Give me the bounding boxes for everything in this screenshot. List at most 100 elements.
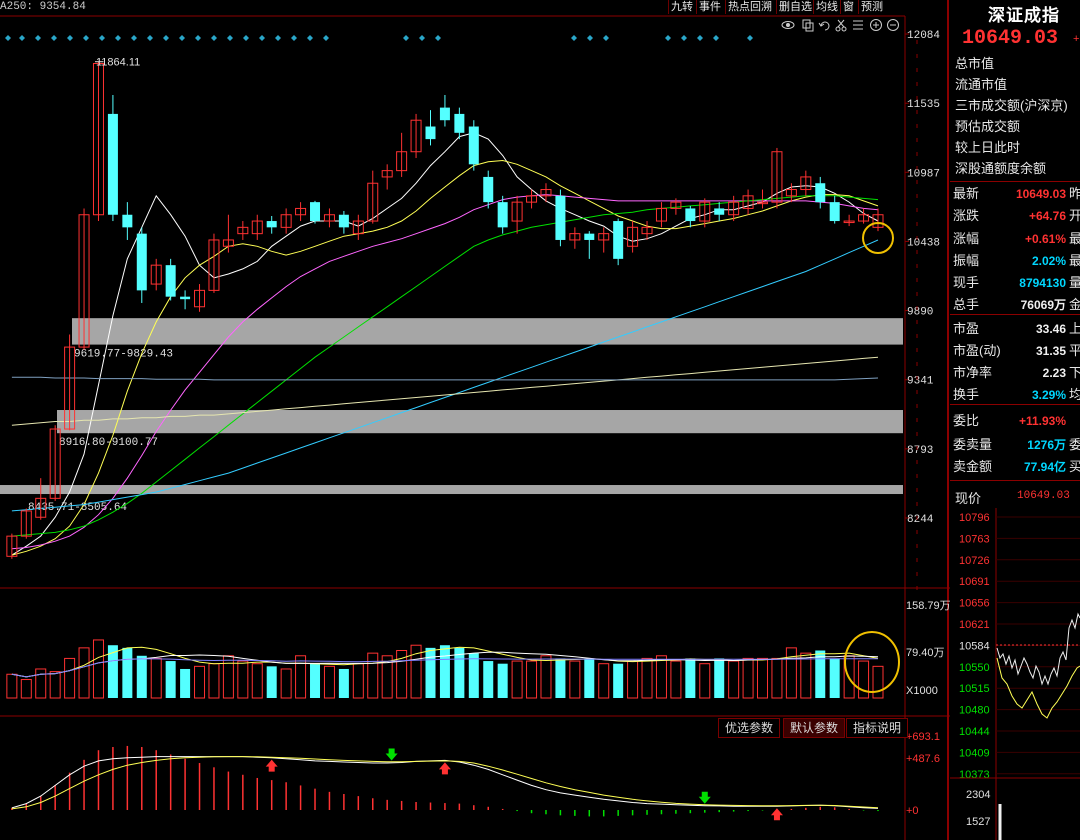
volume-bar	[829, 658, 840, 698]
panel-divider	[950, 404, 1080, 405]
default-params-button[interactable]: 默认参数	[783, 718, 846, 738]
index-name: 深证成指	[988, 6, 1060, 25]
quote-row: 涨幅 +0.61% 最	[953, 228, 1080, 250]
quote-row-tail: 买	[1068, 459, 1080, 474]
candle-body	[338, 214, 349, 228]
quote-row-tail: 金	[1068, 297, 1080, 312]
quote-row-tail: 昨	[1068, 186, 1080, 201]
candle-body	[685, 208, 696, 222]
quote-row-value: 10649.03	[1015, 187, 1066, 201]
market-summary-label: 三市成交额(沪深京)	[955, 98, 1068, 113]
volume-bar	[165, 661, 176, 698]
price-tick-label: 8793	[907, 445, 933, 457]
price-tick-label: 10987	[907, 168, 940, 180]
quote-row-value: 31.35	[1035, 344, 1066, 358]
candle-body	[497, 202, 508, 228]
toolbar-ma-lines[interactable]: 均线	[813, 0, 840, 14]
zoom-in-icon[interactable]	[870, 19, 882, 31]
toolbar-remove-watchlist[interactable]: 删自选	[776, 0, 814, 14]
quote-row-label: 涨幅	[953, 231, 980, 246]
quote-row-label: 委卖量	[953, 437, 993, 452]
mini-vol-tick: 1527	[966, 816, 990, 828]
mini-vol-tick: 2304	[966, 789, 990, 801]
kline-chart[interactable]: 9619.77-9829.438916.80-9100.778435.71-85…	[0, 0, 950, 840]
panel-divider	[950, 181, 1080, 182]
candle-body	[425, 126, 436, 140]
quote-row-label: 换手	[953, 387, 980, 402]
quote-row: 市净率 2.23 下	[953, 362, 1080, 384]
quote-row-value: 8794130	[1019, 276, 1066, 290]
quote-row-tail: 均	[1068, 387, 1080, 402]
toolbar-forecast[interactable]: 预测	[858, 0, 885, 14]
volume-bar	[584, 658, 595, 698]
menu-icon[interactable]	[853, 20, 863, 30]
quote-row-tail: 量	[1068, 275, 1080, 290]
toolbar-window[interactable]: 窗	[840, 0, 856, 14]
candle-body	[829, 202, 840, 222]
volume-bar	[685, 658, 696, 698]
quote-row: 委卖量 1276万委	[953, 434, 1080, 456]
volume-bar	[266, 666, 277, 698]
optimal-params-button[interactable]: 优选参数	[718, 718, 781, 738]
price-tick-label: 9341	[907, 376, 934, 388]
quote-row-value: 77.94亿	[1023, 460, 1066, 474]
quote-row-label: 总手	[953, 297, 980, 312]
candle-body	[613, 221, 624, 259]
market-summary-label: 流通市值	[955, 77, 1008, 92]
price-tick-label: 8244	[907, 514, 934, 526]
quote-row: 市盈 33.46 上	[953, 318, 1080, 340]
quote-row: 换手 3.29% 均	[953, 384, 1080, 406]
volume-bar	[136, 655, 147, 698]
quote-row-tail: 最	[1068, 231, 1080, 246]
quote-row-value: +0.61%	[1024, 232, 1066, 246]
toolbar-events[interactable]: 事件	[696, 0, 723, 14]
quote-row: 最新 10649.03 昨	[953, 183, 1080, 205]
scissors-icon[interactable]	[835, 19, 847, 32]
toolbar-hotspot-review[interactable]: 热点回溯	[725, 0, 774, 14]
quote-row-value: 33.46	[1035, 322, 1066, 336]
zoom-out-icon[interactable]	[887, 19, 899, 31]
candle-body	[310, 202, 321, 222]
quote-row-tail: 上	[1068, 321, 1080, 336]
mini-tick-label: 10480	[959, 705, 990, 717]
intraday-mini-chart[interactable]: 10796 10763 10726 10691 10656 10621 10584 10550…	[950, 508, 1080, 840]
quote-row-label: 卖金额	[953, 459, 993, 474]
mini-tick-label: 10726	[959, 555, 990, 567]
quote-row-label: 市净率	[953, 365, 993, 380]
eye-icon[interactable]	[781, 21, 795, 29]
candle-body	[439, 107, 450, 121]
quote-row-tail: 开	[1068, 208, 1080, 223]
price-tick-label: 11535	[907, 99, 940, 111]
index-price: 10649.03	[962, 27, 1059, 50]
volume-bar	[310, 663, 321, 698]
quote-row: 总手 76069万金	[953, 294, 1080, 316]
quote-row-value: 2.02%	[1031, 254, 1066, 268]
candle-body	[714, 208, 725, 215]
quote-row-label: 振幅	[953, 253, 980, 268]
mini-tick-label: 10373	[959, 769, 990, 781]
quote-row-label: 最新	[953, 186, 980, 201]
mini-tick-label: 10584	[959, 640, 990, 652]
quote-row-value: +11.93%	[1018, 414, 1066, 428]
quote-row: 市盈(动) 31.35 平	[953, 340, 1080, 362]
copy-icon[interactable]	[802, 19, 814, 32]
quote-row-value: +64.76	[1028, 209, 1066, 223]
panel-divider	[950, 314, 1080, 315]
chart-tool-icons	[780, 17, 905, 33]
toolbar-nine-turn[interactable]: 九转	[668, 0, 695, 14]
candle-body	[468, 126, 479, 165]
indicator-help-button[interactable]: 指标说明	[846, 718, 909, 738]
quote-row-label: 市盈	[953, 321, 980, 336]
quote-row: 卖金额 77.94亿买	[953, 456, 1080, 478]
candle-body	[122, 214, 133, 228]
top-toolbar: 九转 事件 热点回溯 删自选 均线 窗 预测	[0, 0, 905, 16]
support-zone	[0, 485, 903, 495]
undo-icon[interactable]	[818, 21, 830, 31]
peak-label: 11864.11	[96, 57, 140, 69]
quote-row-label: 委比	[953, 413, 980, 428]
volume-bar	[338, 668, 349, 698]
volume-bar	[468, 653, 479, 698]
mini-price-label: 现价	[955, 491, 982, 506]
mini-tick-label: 10409	[959, 747, 990, 759]
candle-body	[165, 265, 176, 297]
